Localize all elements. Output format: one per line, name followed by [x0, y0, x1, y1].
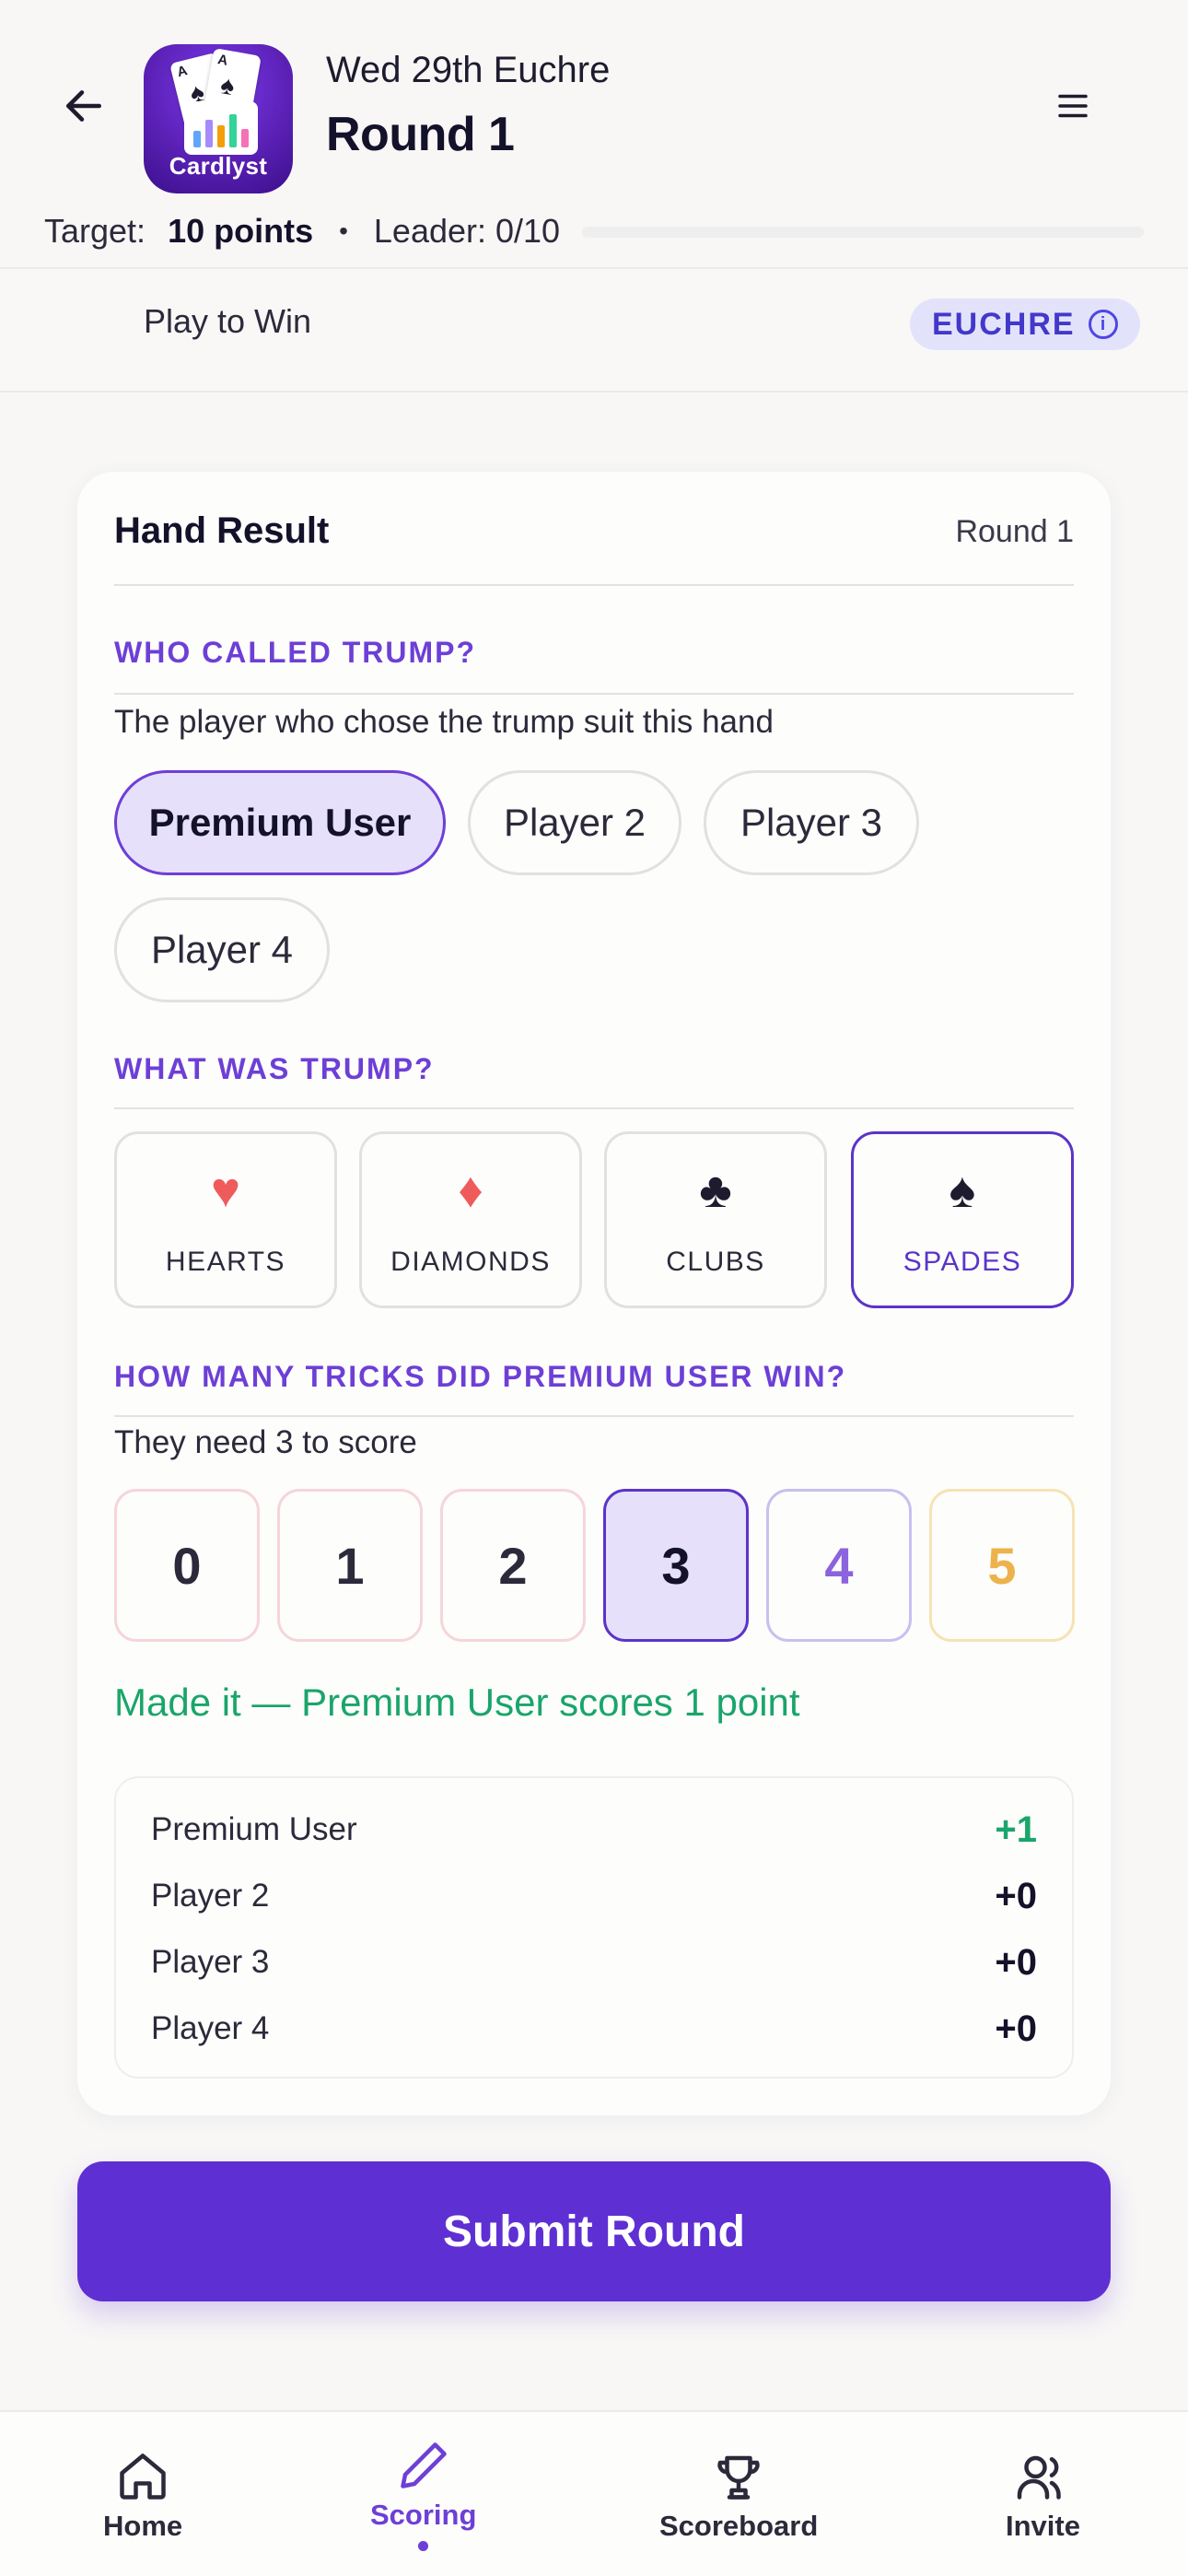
spade-icon: ♠	[949, 1163, 976, 1218]
suit-label: HEARTS	[165, 1247, 286, 1277]
club-icon: ♣	[699, 1163, 732, 1218]
heart-icon: ♥	[210, 1163, 241, 1218]
caller-chip-premium-user[interactable]: Premium User	[114, 770, 446, 875]
play-mode-label: Play to Win	[144, 302, 312, 340]
game-name: Wed 29th Euchre	[326, 50, 611, 90]
submit-round-button[interactable]: Submit Round	[77, 2161, 1111, 2301]
score-player-name: Player 4	[151, 2010, 270, 2046]
tricks-option-4[interactable]: 4	[766, 1489, 912, 1642]
suit-option-hearts[interactable]: ♥ HEARTS	[114, 1131, 337, 1308]
app-logo: A ♠ A ♠ Cardlyst	[144, 44, 293, 193]
tricks-option-3[interactable]: 3	[603, 1489, 749, 1642]
trophy-icon	[717, 2455, 760, 2500]
home-icon	[120, 2453, 166, 2500]
card-round-label: Round 1	[955, 514, 1074, 549]
nav-item-scoreboard[interactable]: Scoreboard	[659, 2449, 818, 2543]
caller-chip-player-2[interactable]: Player 2	[468, 770, 681, 875]
suit-label: SPADES	[903, 1247, 1022, 1277]
score-row: Player 4 +0	[151, 2003, 1037, 2055]
nav-label: Scoring	[370, 2499, 477, 2531]
leader-text: Leader: 0/10	[373, 212, 561, 250]
scoring-screen: A ♠ A ♠ Cardlyst Wed 29th Euchre Round 1 T…	[0, 0, 1188, 2576]
nav-item-scoring[interactable]: Scoring	[370, 2438, 476, 2551]
score-points: +0	[995, 2008, 1037, 2049]
target-row: Target: 10 points • Leader: 0/10	[44, 208, 560, 254]
score-row: Player 2 +0	[151, 1870, 1037, 1922]
menu-button[interactable]	[1041, 74, 1105, 138]
leader-progress-bar	[582, 227, 1144, 238]
pencil-icon	[400, 2442, 447, 2488]
tricks-option-0[interactable]: 0	[114, 1489, 260, 1642]
nav-item-invite[interactable]: Invite	[1006, 2449, 1080, 2543]
score-row: Premium User +1	[151, 1804, 1037, 1856]
suit-label: DIAMONDS	[390, 1247, 551, 1277]
result-message: Made it — Premium User scores 1 point	[114, 1680, 800, 1724]
hamburger-menu-icon	[1058, 94, 1088, 118]
game-mode-bar: Play to Win EUCHRE i	[0, 267, 1188, 392]
users-icon	[1018, 2455, 1062, 2500]
tricks-description: They need 3 to score	[114, 1424, 417, 1460]
logo-text: Cardlyst	[169, 152, 268, 180]
nav-label: Invite	[1006, 2510, 1080, 2542]
nav-label: Home	[103, 2510, 183, 2542]
logo-chart-icon	[184, 101, 258, 155]
tricks-question-label: HOW MANY TRICKS DID PREMIUM USER WIN?	[114, 1360, 847, 1393]
score-points: +0	[995, 1941, 1037, 1983]
score-player-name: Player 2	[151, 1878, 270, 1914]
suit-option-spades[interactable]: ♠ SPADES	[851, 1131, 1074, 1308]
info-icon: i	[1088, 310, 1118, 339]
app-header: A ♠ A ♠ Cardlyst Wed 29th Euchre Round 1 T…	[0, 0, 1188, 250]
suit-option-clubs[interactable]: ♣ CLUBS	[604, 1131, 827, 1308]
back-button[interactable]	[52, 74, 116, 138]
game-type-badge[interactable]: EUCHRE i	[910, 299, 1140, 350]
active-indicator	[418, 2541, 429, 2551]
score-row: Player 3 +0	[151, 1937, 1037, 1988]
divider	[114, 1107, 1074, 1109]
who-called-label: WHO CALLED TRUMP?	[114, 636, 477, 669]
tricks-option-1[interactable]: 1	[277, 1489, 423, 1642]
suit-option-diamonds[interactable]: ♦ DIAMONDS	[359, 1131, 582, 1308]
caller-chip-player-4[interactable]: Player 4	[114, 897, 330, 1002]
score-player-name: Player 3	[151, 1944, 270, 1980]
tricks-option-5[interactable]: 5	[929, 1489, 1075, 1642]
who-called-description: The player who chose the trump suit this…	[114, 704, 774, 740]
game-type-label: EUCHRE	[932, 306, 1076, 342]
divider	[114, 584, 1074, 586]
divider	[114, 693, 1074, 695]
nav-item-home[interactable]: Home	[103, 2449, 182, 2543]
score-summary: Premium User +1 Player 2 +0 Player 3 +0 …	[114, 1776, 1074, 2078]
caller-chip-player-3[interactable]: Player 3	[704, 770, 919, 875]
bottom-nav: Home Scoring Scoreboard Invite	[0, 2410, 1188, 2576]
hand-result-card: Hand Result Round 1 WHO CALLED TRUMP? Th…	[77, 472, 1111, 2115]
diamond-icon: ♦	[458, 1163, 483, 1218]
card-title: Hand Result	[114, 510, 330, 551]
arrow-left-icon	[66, 90, 101, 122]
tricks-option-2[interactable]: 2	[440, 1489, 586, 1642]
round-title: Round 1	[326, 108, 515, 161]
nav-label: Scoreboard	[659, 2510, 819, 2542]
trump-suit-label: WHAT WAS TRUMP?	[114, 1052, 435, 1085]
target-label: Target:	[44, 212, 146, 250]
target-value: 10 points	[168, 212, 314, 250]
separator-dot: •	[339, 217, 348, 245]
score-player-name: Premium User	[151, 1811, 357, 1847]
suit-label: CLUBS	[666, 1247, 765, 1277]
divider	[114, 1415, 1074, 1417]
score-points: +1	[995, 1809, 1037, 1850]
score-points: +0	[995, 1875, 1037, 1916]
